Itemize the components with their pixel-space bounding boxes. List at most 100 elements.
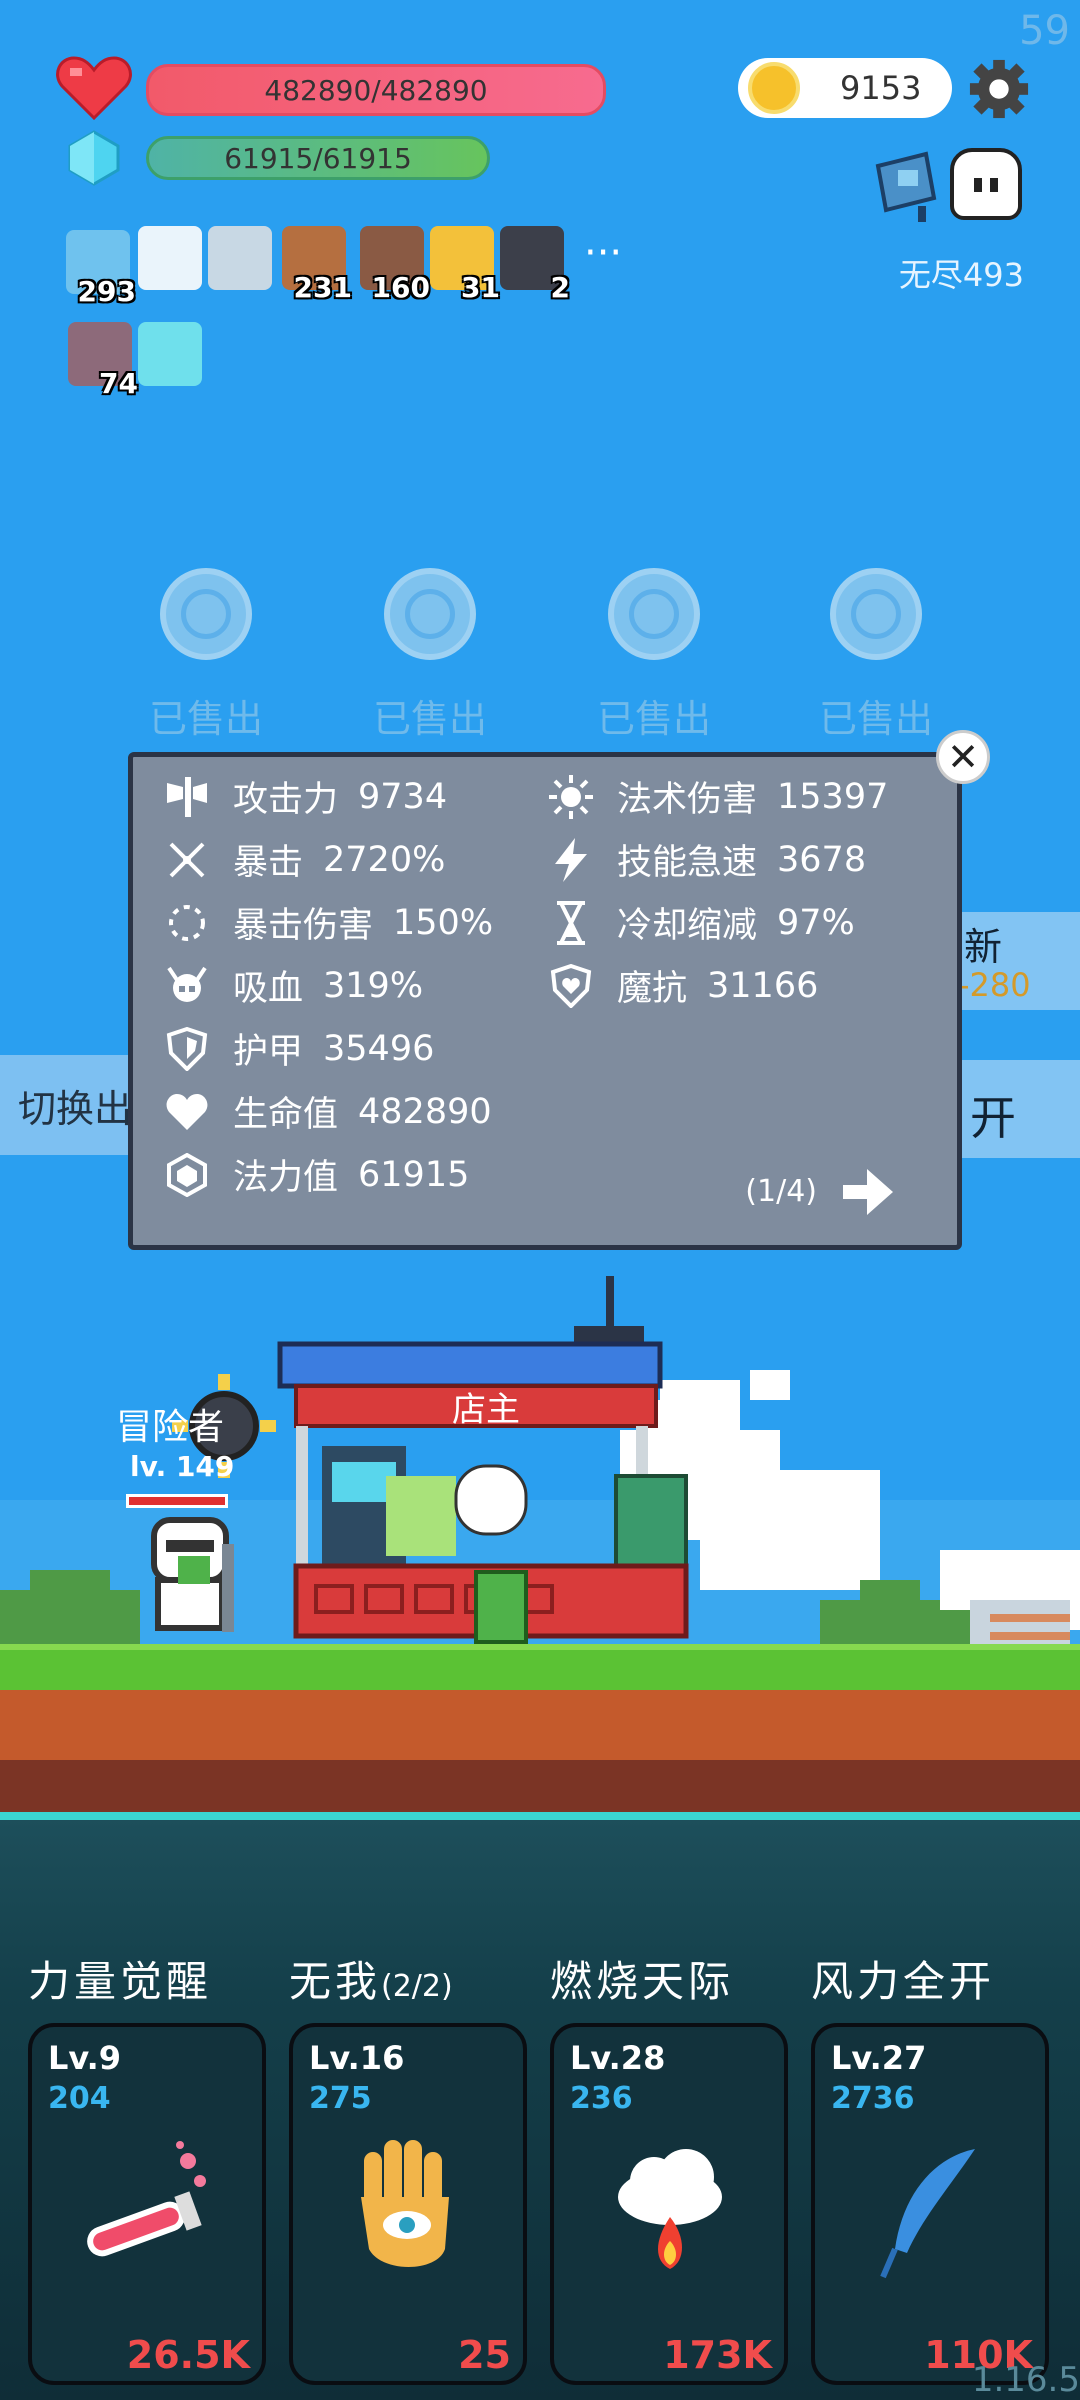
armor-shield-icon	[163, 1025, 211, 1073]
round-shield-icon[interactable]: 231	[282, 226, 352, 304]
page-indicator: (1/4)	[745, 1174, 817, 1209]
crown-icon[interactable]: 31	[430, 226, 500, 304]
skill-charges: (2/2)	[381, 1969, 453, 2004]
skill-slot: 无我(2/2) Lv.16 275 25	[289, 1948, 533, 2385]
sold-label: 已售出	[372, 697, 487, 741]
skill-cost: 25	[458, 2333, 511, 2377]
coin-counter[interactable]: 9153	[738, 58, 952, 118]
hourglass-icon	[547, 899, 595, 947]
stat-row: 魔抗 31166	[547, 960, 818, 1011]
stat-value: 2720%	[323, 839, 446, 880]
sold-label: 已售出	[596, 697, 711, 741]
fps-counter: 59	[1019, 8, 1070, 54]
arrow-right-icon[interactable]	[843, 1169, 893, 1215]
skill-name: 无我(2/2)	[289, 1948, 533, 2009]
gear-icon[interactable]	[968, 58, 1030, 120]
stat-value: 15397	[777, 776, 889, 817]
shop-slot-1[interactable]: 已售出	[136, 568, 276, 743]
adventurer-health-bar	[126, 1494, 228, 1508]
skill-value: 236	[570, 2081, 633, 2116]
skill-name: 风力全开	[811, 1948, 1055, 2009]
shop-slot-2[interactable]: 已售出	[360, 568, 500, 743]
skill-name-text: 力量觉醒	[28, 1957, 213, 2006]
skill-name: 燃烧天际	[550, 1948, 794, 2009]
buff-count: 74	[99, 367, 138, 400]
crown-coin-icon	[830, 568, 922, 660]
endless-level-label: 无尽493	[898, 256, 1024, 294]
feather-icon	[855, 2137, 1005, 2287]
sold-label: 已售出	[148, 697, 263, 741]
crit-icon	[163, 836, 211, 884]
stat-value: 9734	[358, 776, 448, 817]
helmet-icon[interactable]: 160	[360, 226, 430, 304]
stat-value: 3678	[777, 839, 867, 880]
striped-card-icon[interactable]: 74	[68, 322, 138, 400]
coin-value: 9153	[840, 69, 922, 107]
sword-icon[interactable]	[208, 226, 272, 290]
knight-icon[interactable]	[130, 1504, 260, 1644]
mortar-icon[interactable]: 2	[500, 226, 570, 304]
wing-icon[interactable]	[138, 226, 202, 290]
buff-count: 160	[371, 271, 430, 304]
skill-cost: 173K	[663, 2333, 772, 2377]
stat-value: 150%	[393, 902, 494, 943]
close-button[interactable]: ✕	[936, 730, 990, 784]
stat-label: 暴击	[233, 843, 304, 883]
shopkeeper-label: 店主	[452, 1390, 520, 1430]
star-card-icon[interactable]: 293	[66, 230, 136, 308]
shop-slot-4[interactable]: 已售出	[806, 568, 946, 743]
stat-value: 35496	[323, 1028, 435, 1069]
more-buffs-button[interactable]: ···	[584, 230, 622, 276]
buff-count: 231	[293, 271, 352, 304]
stat-value: 482890	[358, 1091, 492, 1132]
refresh-cost: -280	[958, 966, 1031, 1004]
stat-value: 31166	[707, 965, 819, 1006]
stat-label: 法力值	[233, 1158, 339, 1198]
heart-icon	[56, 56, 132, 120]
crown-coin-icon	[608, 568, 700, 660]
stat-label: 生命值	[233, 1095, 339, 1135]
buff-count: 2	[550, 271, 570, 304]
stats-panel: 攻击力 9734 暴击 2720% 暴击伤害 150% 吸血 319% 护甲 35496 生命值 48…	[128, 752, 962, 1250]
health-bar: 482890/482890	[146, 64, 606, 116]
stat-row: 吸血 319%	[163, 960, 423, 1011]
health-text: 482890/482890	[264, 73, 488, 107]
skill-upgrade-button[interactable]: Lv.16 275 25	[289, 2023, 527, 2385]
crown-coin-icon	[160, 568, 252, 660]
skill-upgrade-button[interactable]: Lv.28 236 173K	[550, 2023, 788, 2385]
skill-level: Lv.28	[570, 2039, 666, 2077]
water-surface	[0, 1812, 1080, 1820]
stat-row: 技能急速 3678	[547, 834, 866, 885]
fire-cloud-icon	[594, 2137, 744, 2287]
stat-row: 法术伤害 15397	[547, 771, 888, 822]
stat-label: 吸血	[233, 969, 304, 1009]
skill-value: 275	[309, 2081, 372, 2116]
grass-ground	[0, 1644, 1080, 1690]
buff-count: 293	[77, 275, 136, 308]
crit-damage-icon	[163, 899, 211, 947]
version-label: 1.16.5	[971, 2360, 1080, 2400]
stat-row: 护甲 35496	[163, 1023, 434, 1074]
stat-row: 生命值 482890	[163, 1086, 492, 1137]
potion-icon	[72, 2137, 222, 2287]
skill-level: Lv.16	[309, 2039, 405, 2077]
skill-cost: 26.5K	[126, 2333, 250, 2377]
stat-label: 技能急速	[617, 843, 758, 883]
blue-flag-icon[interactable]	[866, 146, 946, 226]
stat-row: 暴击 2720%	[163, 834, 445, 885]
mana-gem-icon	[163, 1151, 211, 1199]
stat-value: 61915	[358, 1154, 470, 1195]
skill-level: Lv.9	[48, 2039, 122, 2077]
ghost-icon[interactable]	[950, 148, 1022, 220]
adventurer-name: 冒险者	[116, 1407, 225, 1448]
skill-upgrade-button[interactable]: Lv.27 2736 110K	[811, 2023, 1049, 2385]
stat-label: 暴击伤害	[233, 906, 374, 946]
shop-slot-3[interactable]: 已售出	[584, 568, 724, 743]
stat-row: 暴击伤害 150%	[163, 897, 493, 948]
glow-card-icon[interactable]	[138, 322, 202, 386]
magic-shield-icon	[547, 962, 595, 1010]
skill-upgrade-button[interactable]: Lv.9 204 26.5K	[28, 2023, 266, 2385]
skill-name-text: 燃烧天际	[550, 1957, 735, 2006]
stat-label: 攻击力	[233, 780, 339, 820]
stat-label: 冷却缩减	[617, 906, 758, 946]
